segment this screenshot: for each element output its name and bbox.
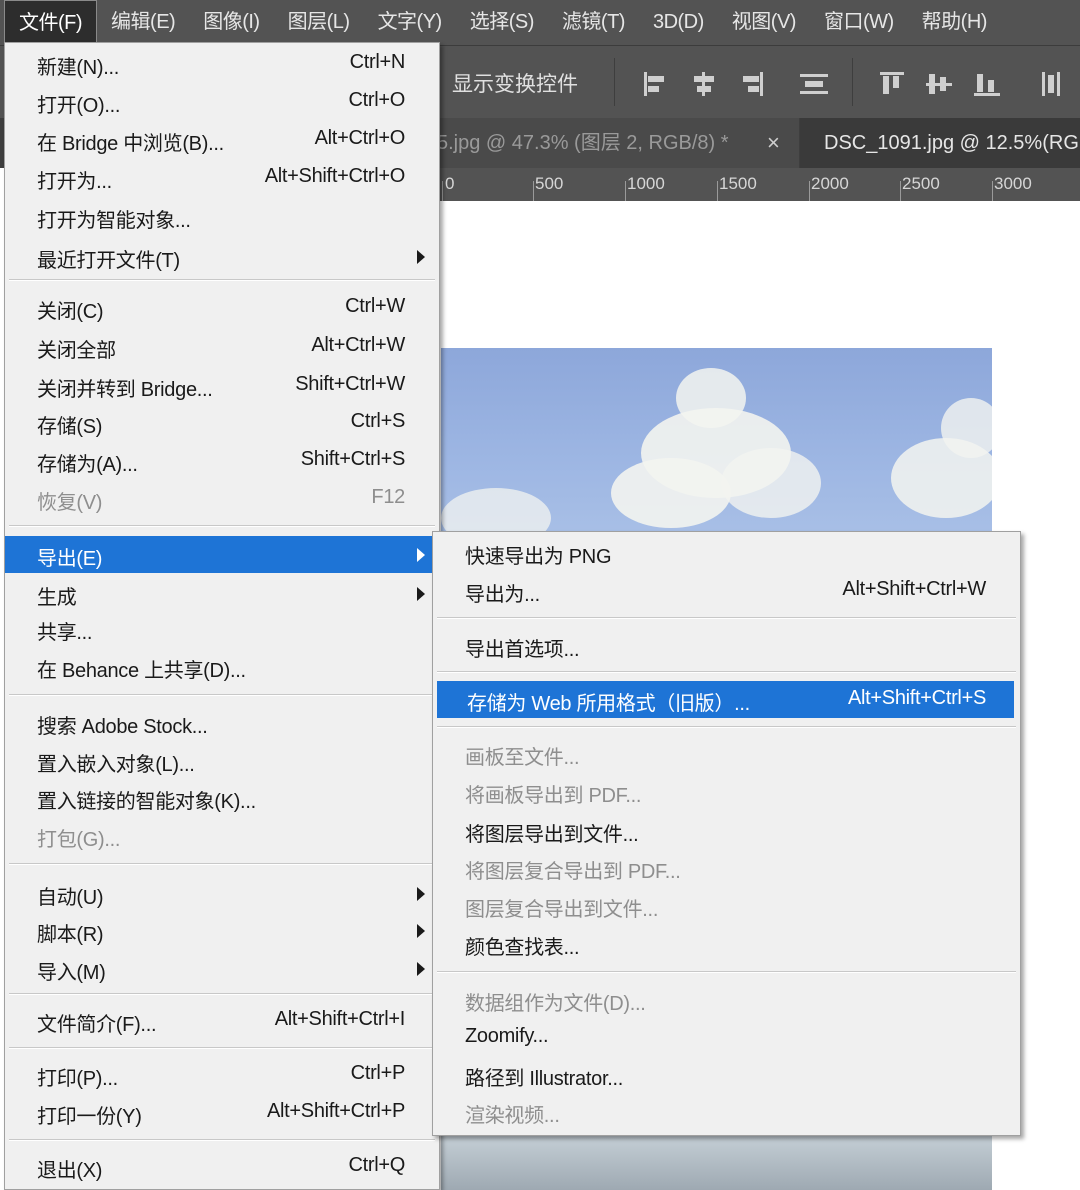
show-transform-controls-label[interactable]: 显示变换控件 (452, 68, 578, 98)
submenu-arrow-icon (417, 924, 425, 938)
menu-item-layer-comps-to-pdf[interactable]: 将图层复合导出到 PDF... (433, 849, 1020, 886)
menu-window[interactable]: 窗口(W) (810, 0, 908, 45)
menu-item-close[interactable]: 关闭(C) Ctrl+W (5, 289, 439, 326)
menu-item-revert[interactable]: 恢复(V) F12 (5, 480, 439, 517)
menu-item-color-lookup-tables[interactable]: 颜色查找表... (433, 925, 1020, 962)
menu-item-behance[interactable]: 在 Behance 上共享(D)... (5, 648, 439, 685)
tab-document-2-title: DSC_1091.jpg @ 12.5%(RG (824, 132, 1079, 154)
menu-item-layer-comps-to-files[interactable]: 图层复合导出到文件... (433, 887, 1020, 924)
canvas-image (441, 348, 992, 534)
menu-item-close-all[interactable]: 关闭全部 Alt+Ctrl+W (5, 328, 439, 365)
ruler-label: 2500 (902, 174, 940, 193)
ruler-label: 1000 (627, 174, 665, 193)
menu-3d[interactable]: 3D(D) (639, 0, 718, 45)
options-divider (614, 58, 615, 106)
align-right-edges-icon[interactable] (738, 72, 766, 96)
align-left-edges-icon[interactable] (642, 72, 670, 96)
menu-item-package[interactable]: 打包(G)... (5, 817, 439, 854)
menu-item-browse-bridge[interactable]: 在 Bridge 中浏览(B)... Alt+Ctrl+O (5, 121, 439, 158)
ruler-label: 1500 (719, 174, 757, 193)
align-bottom-edges-icon[interactable] (974, 72, 1002, 96)
menu-item-save-as[interactable]: 存储为(A)... Shift+Ctrl+S (5, 442, 439, 479)
distribute-vertical-icon[interactable] (800, 72, 828, 96)
canvas-image-bottom (441, 1135, 992, 1190)
menu-help[interactable]: 帮助(H) (908, 0, 1001, 45)
submenu-arrow-icon (417, 887, 425, 901)
menu-item-share[interactable]: 共享... (5, 610, 439, 647)
align-horizontal-centers-icon[interactable] (690, 72, 718, 96)
submenu-arrow-icon (417, 548, 425, 562)
menu-separator (437, 971, 1016, 973)
menu-item-open-smart-object[interactable]: 打开为智能对象... (5, 198, 439, 235)
align-top-edges-icon[interactable] (880, 72, 908, 96)
menu-separator (9, 863, 435, 865)
menu-separator (437, 726, 1016, 728)
menu-filter[interactable]: 滤镜(T) (548, 0, 639, 45)
menu-separator (9, 1047, 435, 1049)
menu-item-data-sets-as-files[interactable]: 数据组作为文件(D)... (433, 981, 1020, 1018)
menu-separator (437, 671, 1016, 673)
menu-item-export-preferences[interactable]: 导出首选项... (433, 627, 1020, 664)
menu-view[interactable]: 视图(V) (718, 0, 810, 45)
menu-separator (437, 617, 1016, 619)
menu-layer[interactable]: 图层(L) (274, 0, 364, 45)
submenu-arrow-icon (417, 587, 425, 601)
close-icon[interactable]: × (767, 118, 780, 168)
file-menu: 新建(N)... Ctrl+N 打开(O)... Ctrl+O 在 Bridge 中… (4, 42, 440, 1190)
submenu-arrow-icon (417, 962, 425, 976)
menu-item-print[interactable]: 打印(P)... Ctrl+P (5, 1056, 439, 1093)
menu-item-new[interactable]: 新建(N)... Ctrl+N (5, 45, 439, 82)
ruler-label: 2000 (811, 174, 849, 193)
menu-item-export-as[interactable]: 导出为... Alt+Shift+Ctrl+W (433, 572, 1020, 609)
tab-document-2[interactable]: DSC_1091.jpg @ 12.5%(RG (800, 118, 1080, 168)
submenu-arrow-icon (417, 250, 425, 264)
ruler-label: 0 (445, 174, 455, 193)
menu-item-adobe-stock[interactable]: 搜索 Adobe Stock... (5, 704, 439, 741)
menu-edit[interactable]: 编辑(E) (97, 0, 189, 45)
menu-item-open-as[interactable]: 打开为... Alt+Shift+Ctrl+O (5, 159, 439, 196)
ruler-label: 500 (535, 174, 564, 193)
menu-item-place-linked[interactable]: 置入链接的智能对象(K)... (5, 779, 439, 816)
menu-item-exit[interactable]: 退出(X) Ctrl+Q (5, 1148, 439, 1185)
menu-item-export[interactable]: 导出(E) (5, 536, 439, 573)
menu-file[interactable]: 文件(F) (4, 0, 98, 45)
menu-item-import[interactable]: 导入(M) (5, 950, 439, 987)
menu-separator (9, 1139, 435, 1141)
horizontal-ruler[interactable]: 0 500 1000 1500 2000 2500 3000 (437, 168, 1080, 201)
options-divider (852, 58, 853, 106)
menu-item-scripts[interactable]: 脚本(R) (5, 912, 439, 949)
menu-item-paths-to-illustrator[interactable]: 路径到 Illustrator... (433, 1056, 1020, 1093)
menu-item-render-video[interactable]: 渲染视频... (433, 1093, 1020, 1130)
menu-separator (9, 279, 435, 281)
menu-item-zoomify[interactable]: Zoomify... (433, 1019, 1020, 1056)
menu-item-automate[interactable]: 自动(U) (5, 875, 439, 912)
menu-item-quick-export-png[interactable]: 快速导出为 PNG (433, 534, 1020, 571)
menu-item-place-embedded[interactable]: 置入嵌入对象(L)... (5, 742, 439, 779)
menu-image[interactable]: 图像(I) (189, 0, 273, 45)
menu-separator (9, 993, 435, 995)
menu-item-generate[interactable]: 生成 (5, 575, 439, 612)
menu-item-open[interactable]: 打开(O)... Ctrl+O (5, 83, 439, 120)
menu-bar: 文件(F) 编辑(E) 图像(I) 图层(L) 文字(Y) 选择(S) 滤镜(T… (0, 0, 1080, 45)
menu-item-artboards-to-files[interactable]: 画板至文件... (433, 735, 1020, 772)
align-vertical-centers-icon[interactable] (926, 72, 954, 96)
menu-type[interactable]: 文字(Y) (364, 0, 456, 45)
menu-item-save[interactable]: 存储(S) Ctrl+S (5, 404, 439, 441)
export-submenu: 快速导出为 PNG 导出为... Alt+Shift+Ctrl+W 导出首选项..… (432, 531, 1021, 1136)
tab-document-1[interactable]: 5.jpg @ 47.3% (图层 2, RGB/8) * × (437, 118, 799, 168)
menu-item-recent-files[interactable]: 最近打开文件(T) (5, 238, 439, 275)
ruler-label: 3000 (994, 174, 1032, 193)
menu-item-artboards-to-pdf[interactable]: 将画板导出到 PDF... (433, 773, 1020, 810)
menu-select[interactable]: 选择(S) (456, 0, 548, 45)
distribute-horizontal-icon[interactable] (1040, 72, 1068, 96)
menu-separator (9, 694, 435, 696)
menu-item-save-for-web[interactable]: 存储为 Web 所用格式（旧版）... Alt+Shift+Ctrl+S (437, 681, 1014, 718)
tab-document-1-title: 5.jpg @ 47.3% (图层 2, RGB/8) * (437, 132, 729, 154)
menu-item-close-go-bridge[interactable]: 关闭并转到 Bridge... Shift+Ctrl+W (5, 367, 439, 404)
menu-item-file-info[interactable]: 文件简介(F)... Alt+Shift+Ctrl+I (5, 1002, 439, 1039)
menu-item-print-one[interactable]: 打印一份(Y) Alt+Shift+Ctrl+P (5, 1094, 439, 1131)
menu-separator (9, 525, 435, 527)
menu-item-layers-to-files[interactable]: 将图层导出到文件... (433, 812, 1020, 849)
